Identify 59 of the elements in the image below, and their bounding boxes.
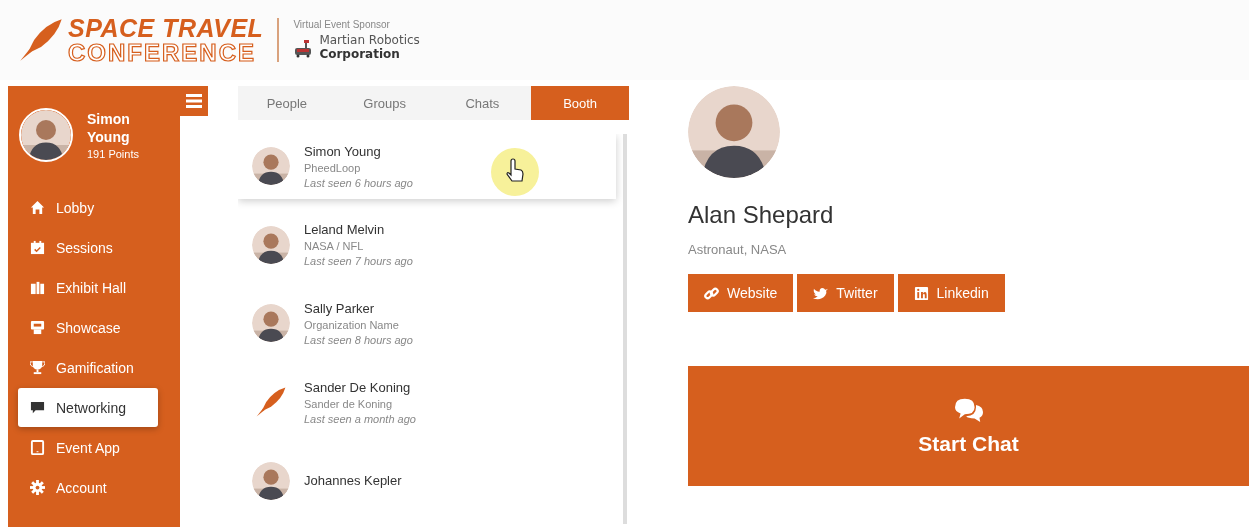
robot-icon (293, 37, 314, 58)
link-button[interactable]: Twitter (797, 274, 894, 312)
logo-subtitle: CONFERENCE (68, 40, 257, 65)
user-name: Young (87, 128, 131, 146)
menu-icon (186, 94, 202, 108)
person-card[interactable]: Sander De Koning Sander de Koning Last seen a month ago (238, 369, 616, 435)
user-name: Simon (87, 110, 131, 128)
person-organization: Organization Name (304, 319, 400, 331)
profile-title: Astronaut, NASA (688, 242, 788, 257)
person-organization: NASA / NFL (304, 240, 365, 253)
person-organization: PheedLoop (304, 161, 362, 174)
tab[interactable]: Booth (531, 86, 629, 120)
profile-name: Alan Shepard (688, 201, 835, 229)
sponsor-name: Martian Robotics (319, 34, 420, 48)
comment-icon (30, 400, 45, 415)
person-name: Sally Parker (304, 301, 376, 316)
last-seen: Last seen 8 hours ago (304, 334, 413, 346)
nav-item[interactable]: Event App (18, 428, 158, 467)
link-button[interactable]: Website (688, 274, 794, 312)
nav-item[interactable]: Showcase (18, 308, 158, 347)
logo-title: SPACE TRAVEL (68, 15, 264, 41)
tab[interactable]: Groups (335, 86, 434, 120)
trophy-icon (30, 360, 45, 375)
user-points: 191 Points (87, 148, 139, 160)
bird-icon (813, 285, 829, 301)
nav-item[interactable]: Lobby (18, 188, 158, 227)
person-name: Leland Melvin (304, 222, 386, 238)
calendar-icon (30, 240, 45, 255)
nav-item[interactable]: Account (18, 468, 158, 507)
settings-icon (30, 480, 45, 495)
person-card[interactable]: Sally Parker Organization Name Last seen 8 hours ago (238, 291, 616, 356)
tablet-icon (30, 440, 45, 455)
person-card[interactable]: Leland Melvin NASA / NFL Last seen 7 hours ago (238, 212, 616, 278)
start-chat-button[interactable]: Start Chat (688, 366, 1249, 486)
screen-icon (30, 320, 45, 335)
last-seen: Last seen 6 hours ago (304, 176, 413, 189)
person-card[interactable]: Johannes Kepler (238, 448, 616, 513)
building-icon (30, 280, 45, 295)
sponsor-name: Corporation (319, 47, 401, 61)
tab[interactable]: People (238, 86, 336, 120)
last-seen: Last seen a month ago (304, 412, 416, 425)
menu-button[interactable] (180, 86, 208, 116)
person-card[interactable]: Simon Young PheedLoop Last seen 6 hours ago (238, 134, 616, 199)
nav-item[interactable]: Sessions (18, 228, 158, 267)
hand-cursor-icon (490, 147, 540, 197)
home-icon (30, 200, 45, 215)
link-button[interactable]: Linkedin (897, 274, 1005, 312)
person-name: Johannes Kepler (304, 473, 402, 489)
person-organization: Sander de Koning (304, 397, 394, 410)
sponsor-label: Virtual Event Sponsor (293, 19, 391, 31)
nav-item[interactable]: Networking (18, 388, 158, 427)
nav-item[interactable]: Exhibit Hall (18, 268, 158, 307)
tab[interactable]: Chats (433, 86, 532, 120)
person-name: Simon Young (304, 143, 382, 159)
person-name: Sander De Koning (304, 379, 412, 395)
nav-item[interactable]: Gamification (18, 348, 158, 387)
linkedin-icon (913, 285, 929, 301)
link-icon (704, 285, 719, 301)
last-seen: Last seen 7 hours ago (304, 255, 413, 268)
